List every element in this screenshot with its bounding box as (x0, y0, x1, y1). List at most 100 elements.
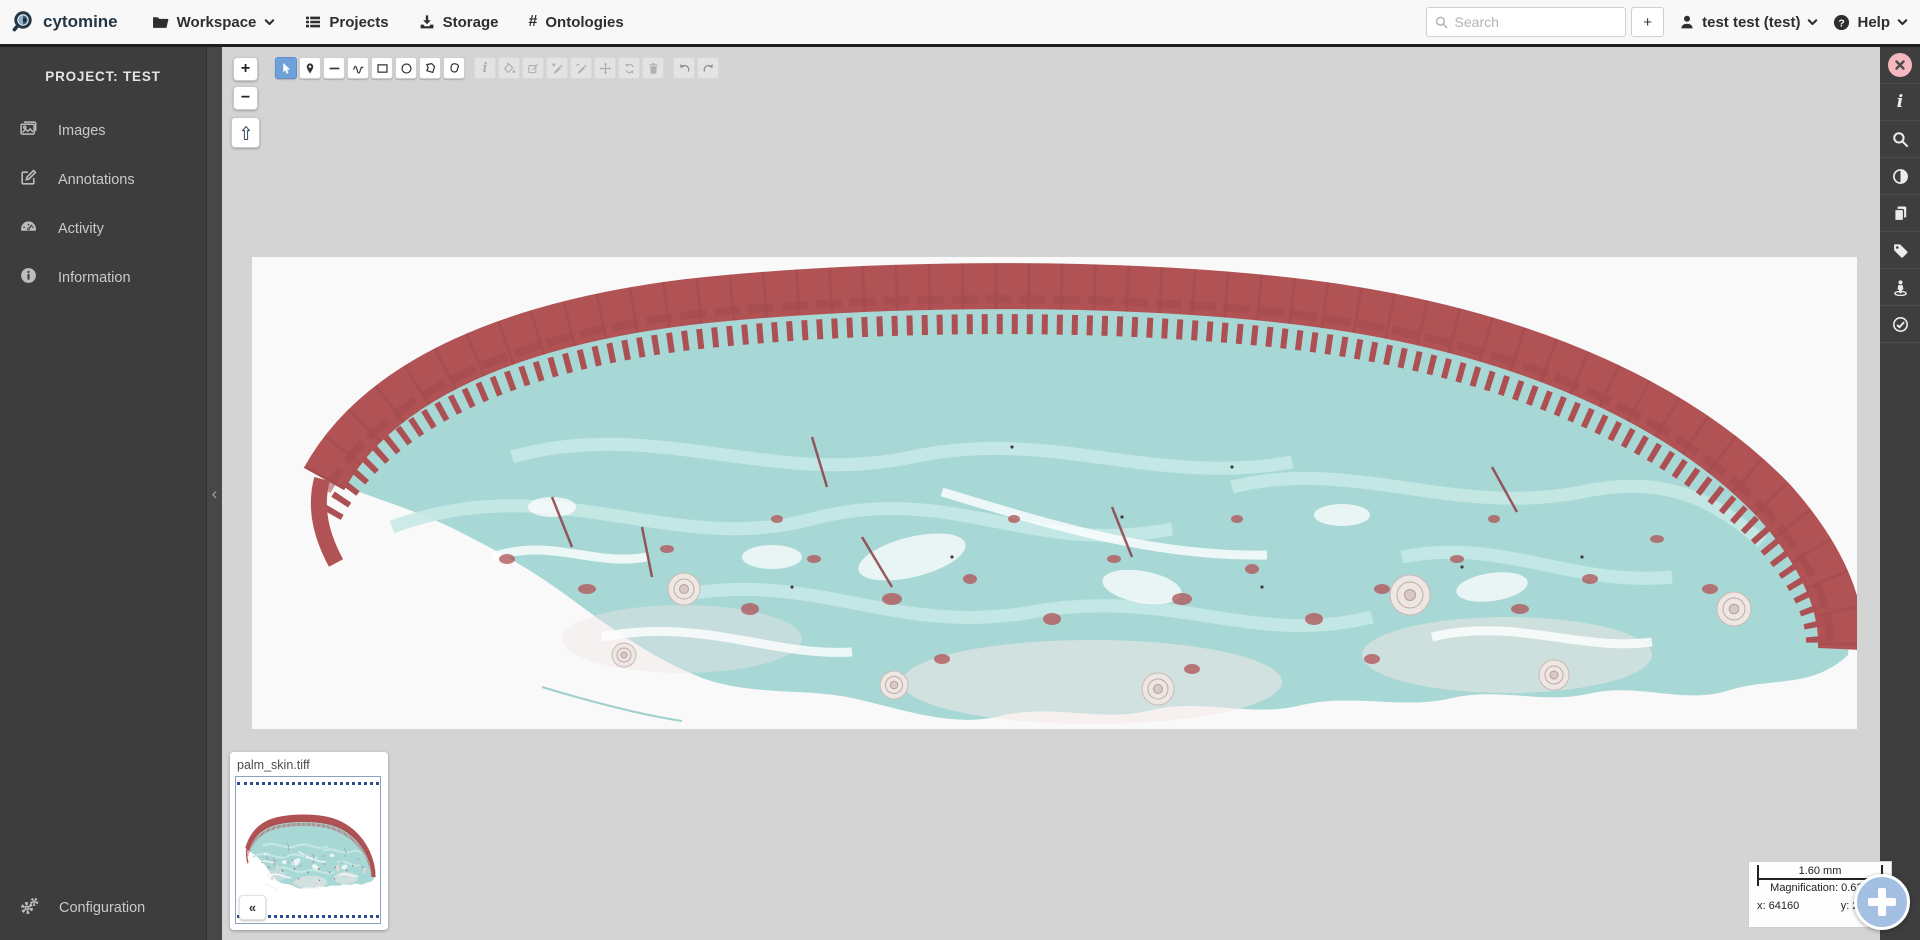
close-icon (1888, 53, 1912, 77)
tool-remove-part-button[interactable] (570, 57, 592, 79)
search-box[interactable] (1426, 7, 1626, 37)
cursor-icon (280, 62, 293, 75)
help-menu-label: Help (1857, 14, 1890, 31)
viewer-area: + − (222, 47, 1880, 940)
user-icon (1679, 14, 1695, 30)
sidebar-item-label: Images (58, 123, 106, 139)
nav-ontologies-label: Ontologies (545, 14, 623, 31)
information-icon (19, 266, 38, 289)
main-menu: Workspace Projects Storage # (152, 13, 624, 31)
quick-add-button[interactable]: + (1631, 7, 1664, 37)
sidebar-item-label: Information (58, 270, 131, 286)
fill-icon (503, 62, 516, 75)
circle-icon (400, 62, 413, 75)
trash-icon (647, 62, 660, 75)
storage-icon (419, 14, 435, 30)
sidebar-item-annotations[interactable]: Annotations (0, 155, 206, 204)
cytomine-logo[interactable]: cytomine (12, 9, 118, 35)
reset-rotation-button[interactable] (231, 117, 260, 148)
tool-select-button[interactable] (275, 57, 297, 79)
sidebar-item-label: Activity (58, 221, 104, 237)
thumbnail-collapse-button[interactable]: « (239, 895, 266, 920)
search-input[interactable] (1455, 14, 1618, 30)
panel-layers-button[interactable] (1880, 195, 1920, 232)
sidebar-bottom: Configuration (0, 883, 206, 932)
scale-length-label: 1.60 mm (1759, 865, 1881, 877)
svg-text:?: ? (1839, 18, 1845, 29)
panel-properties-button[interactable] (1880, 232, 1920, 269)
tool-rotate-button[interactable] (618, 57, 640, 79)
sidebar-item-images[interactable]: Images (0, 106, 206, 155)
hash-icon: # (528, 13, 537, 31)
brand-name: cytomine (43, 12, 118, 32)
thumbnail-map[interactable]: « (235, 776, 381, 924)
redo-button[interactable] (697, 57, 719, 79)
tag-icon (1892, 242, 1909, 259)
edit-icon (527, 62, 540, 75)
close-viewer-button[interactable] (1880, 47, 1920, 84)
arrow-up-icon (239, 124, 253, 142)
pencil-minus-icon (575, 62, 588, 75)
tool-line-button[interactable] (323, 57, 345, 79)
slide-canvas[interactable] (252, 257, 1857, 729)
cytomine-logo-icon (12, 9, 38, 35)
map-pin-icon (304, 62, 316, 75)
slide-image (252, 257, 1857, 729)
tool-freehand-polygon-button[interactable] (443, 57, 465, 79)
annotation-toolbar: i (275, 57, 721, 79)
configuration-icon (19, 896, 39, 920)
help-menu[interactable]: ? Help (1833, 14, 1908, 31)
sidebar-item-label: Annotations (58, 172, 135, 188)
chevron-down-icon (264, 17, 275, 28)
tool-fill-button[interactable] (498, 57, 520, 79)
tool-polygon-button[interactable] (419, 57, 441, 79)
projects-icon (305, 14, 321, 30)
tool-point-button[interactable] (299, 57, 321, 79)
scale-bar-line (1759, 878, 1881, 880)
tool-edit-button[interactable] (522, 57, 544, 79)
activity-icon (19, 217, 38, 240)
thumbnail-filename: palm_skin.tiff (237, 758, 383, 772)
undo-button[interactable] (673, 57, 695, 79)
zoom-out-button[interactable]: − (233, 86, 258, 110)
tool-add-part-button[interactable] (546, 57, 568, 79)
chevron-down-icon (1897, 17, 1908, 28)
tool-move-button[interactable] (594, 57, 616, 79)
panel-colors-button[interactable] (1880, 158, 1920, 195)
chevron-left-icon: ‹ (212, 484, 218, 504)
sidebar-item-configuration[interactable]: Configuration (0, 883, 206, 932)
user-menu[interactable]: test test (test) (1679, 14, 1818, 31)
folder-icon (152, 14, 169, 31)
search-icon (1435, 15, 1448, 30)
move-arrows-icon (599, 62, 612, 75)
nav-ontologies[interactable]: # Ontologies (528, 13, 623, 31)
project-title: PROJECT: TEST (0, 69, 206, 84)
tool-info-button[interactable]: i (474, 57, 496, 79)
rectangle-icon (376, 62, 389, 75)
user-menu-label: test test (test) (1702, 14, 1800, 31)
tool-delete-button[interactable] (642, 57, 664, 79)
help-icon: ? (1833, 14, 1850, 31)
wave-icon (352, 62, 365, 75)
panel-review-button[interactable] (1880, 306, 1920, 343)
nav-storage[interactable]: Storage (419, 13, 499, 31)
nav-workspace-label: Workspace (177, 14, 257, 31)
panel-collapse-handle[interactable]: ‹ (206, 47, 222, 940)
panel-information-button[interactable]: i (1880, 84, 1920, 121)
viewport-indicator-top (237, 782, 379, 785)
zoom-in-button[interactable]: + (233, 57, 258, 81)
tool-circle-button[interactable] (395, 57, 417, 79)
nav-workspace[interactable]: Workspace (152, 13, 276, 31)
sidebar-item-information[interactable]: Information (0, 253, 206, 302)
sidebar-item-activity[interactable]: Activity (0, 204, 206, 253)
add-annotation-fab[interactable] (1854, 874, 1910, 930)
images-icon (19, 119, 38, 142)
tool-freehand-line-button[interactable] (347, 57, 369, 79)
tool-rectangle-button[interactable] (371, 57, 393, 79)
polygon-icon (424, 62, 437, 75)
panel-position-button[interactable] (1880, 269, 1920, 306)
copy-icon (1892, 205, 1909, 222)
pencil-plus-icon (551, 62, 564, 75)
panel-search-button[interactable] (1880, 121, 1920, 158)
nav-projects[interactable]: Projects (305, 13, 388, 31)
